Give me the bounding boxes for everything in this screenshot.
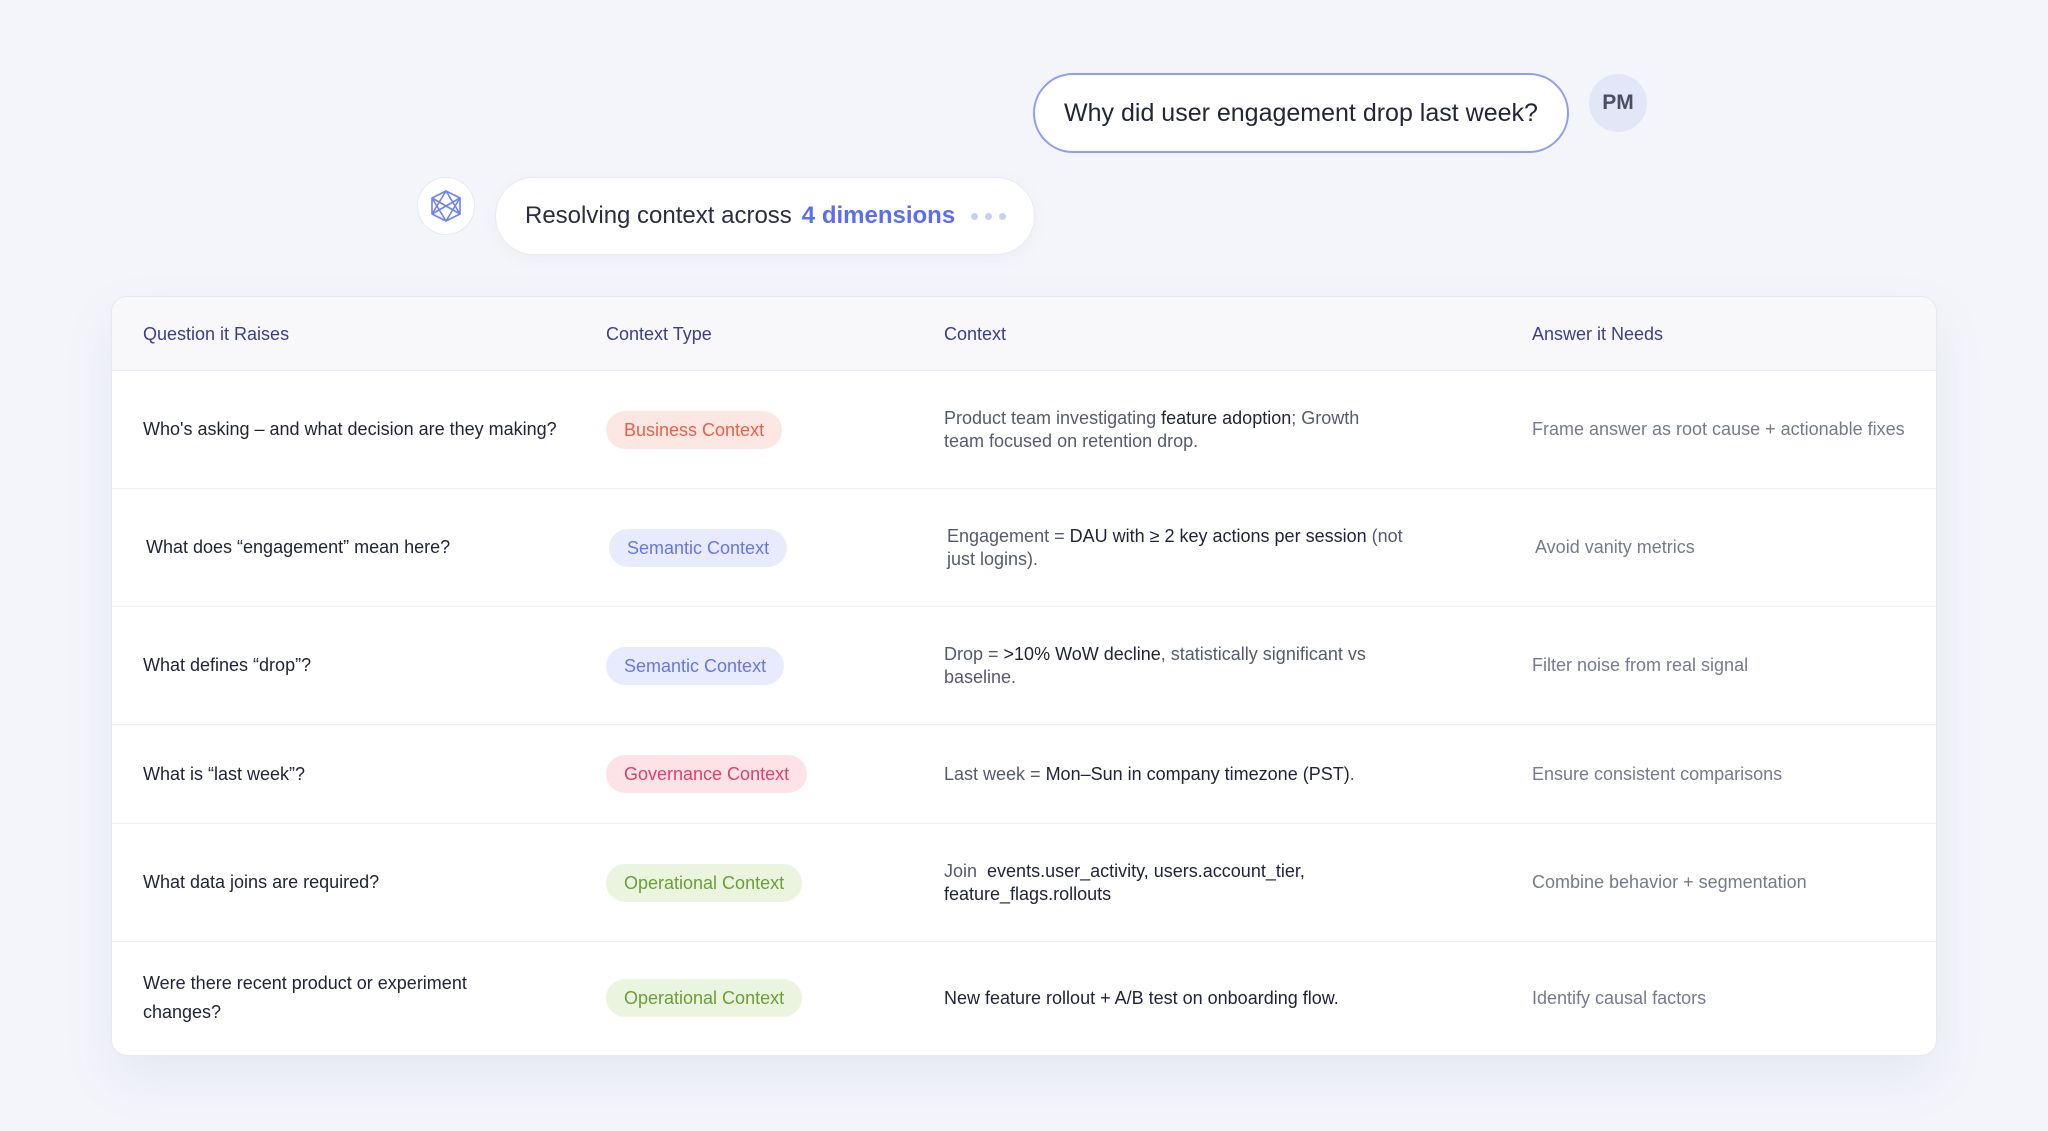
context-type-tag: Semantic Context xyxy=(606,646,785,685)
column-header-answer: Answer it Needs xyxy=(1532,323,1664,344)
agent-status-bubble: Resolving context across 4 dimensions xyxy=(495,177,1035,255)
context-type-cell: Business Context xyxy=(606,371,906,488)
question-cell: What is “last week”? xyxy=(143,763,306,784)
answer-cell: Identify causal factors xyxy=(1532,987,1707,1008)
question-cell: What does “engagement” mean here? xyxy=(146,537,451,558)
user-message-text: Why did user engagement drop last week? xyxy=(1064,98,1538,127)
answer-cell: Avoid vanity metrics xyxy=(1535,537,1695,558)
table-row: What does “engagement” mean here? Semant… xyxy=(112,489,1936,607)
context-type-cell: Operational Context xyxy=(606,824,906,941)
table-row: What is “last week”? Governance Context … xyxy=(112,725,1936,824)
answer-cell: Ensure consistent comparisons xyxy=(1532,763,1783,784)
question-cell: What defines “drop”? xyxy=(143,655,312,676)
context-type-cell: Semantic Context xyxy=(606,607,906,724)
context-type-cell: Semantic Context xyxy=(609,489,909,606)
question-cell: Were there recent product or experiment … xyxy=(143,973,467,1022)
question-cell: What data joins are required? xyxy=(143,872,380,893)
table-row: Were there recent product or experiment … xyxy=(112,942,1936,1054)
context-type-cell: Operational Context xyxy=(606,942,906,1054)
avatar-initials: PM xyxy=(1602,91,1634,114)
context-type-tag: Operational Context xyxy=(606,979,803,1017)
chat-canvas: Why did user engagement drop last week? … xyxy=(0,0,2048,1131)
agent-status-text: Resolving context across xyxy=(525,202,792,229)
answer-cell: Combine behavior + segmentation xyxy=(1532,872,1807,893)
context-type-tag: Governance Context xyxy=(606,755,808,793)
context-type-tag: Operational Context xyxy=(606,863,803,902)
context-cell: Product team investigating feature adopt… xyxy=(944,408,1360,451)
table-row: Who's asking – and what decision are the… xyxy=(112,371,1936,489)
table-row: What defines “drop”? Semantic Context Dr… xyxy=(112,607,1936,725)
answer-cell: Filter noise from real signal xyxy=(1532,655,1749,676)
question-cell: Who's asking – and what decision are the… xyxy=(143,419,557,440)
user-message-bubble: Why did user engagement drop last week? xyxy=(1033,73,1569,153)
column-header-context: Context xyxy=(944,323,1007,344)
context-cell: Drop = >10% WoW decline, statistically s… xyxy=(944,644,1366,687)
answer-cell: Frame answer as root cause + actionable … xyxy=(1532,419,1905,440)
agent-status-highlight: 4 dimensions xyxy=(801,202,956,229)
typing-indicator xyxy=(971,212,1007,220)
lattice-logo-icon xyxy=(417,177,475,235)
context-type-cell: Governance Context xyxy=(606,725,906,823)
context-cell: Last week = Mon–Sun in company timezone … xyxy=(944,763,1355,784)
context-type-tag: Business Context xyxy=(606,410,783,449)
context-type-tag: Semantic Context xyxy=(609,528,788,567)
table-header: Question it Raises Context Type Context … xyxy=(112,297,1936,371)
table-row: What data joins are required? Operationa… xyxy=(112,824,1936,942)
column-header-question: Question it Raises xyxy=(143,323,290,344)
context-cell: Join events.user_activity, users.account… xyxy=(944,861,1310,904)
context-cell: New feature rollout + A/B test on onboar… xyxy=(944,987,1339,1008)
context-table: Question it Raises Context Type Context … xyxy=(111,296,1937,1056)
column-header-context-type: Context Type xyxy=(606,323,712,344)
avatar[interactable]: PM xyxy=(1589,74,1647,132)
context-cell: Engagement = DAU with ≥ 2 key actions pe… xyxy=(947,526,1403,569)
